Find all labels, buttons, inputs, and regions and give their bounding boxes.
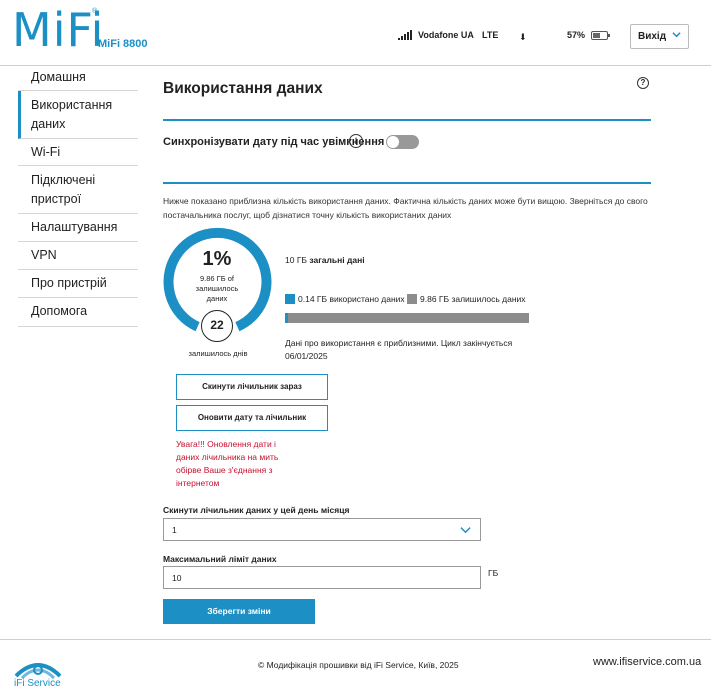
total-data-value: 10 ГБ xyxy=(285,255,307,265)
sidebar-item-label: Про пристрій xyxy=(31,276,107,290)
sidebar: Домашня Використання даних Wi-Fi Підключ… xyxy=(18,66,138,327)
sidebar-item-wifi[interactable]: Wi-Fi xyxy=(18,139,138,166)
cycle-note: Дані про використання є приблизними. Цик… xyxy=(285,338,513,361)
logo-trademark: ® xyxy=(92,8,98,15)
sidebar-item-home[interactable]: Домашня xyxy=(18,66,138,91)
remaining-swatch xyxy=(407,294,417,304)
device-model: MiFi 8800 xyxy=(98,38,148,50)
sidebar-item-label: Використання даних xyxy=(31,98,113,131)
reset-day-label: Скинути лічильник даних у цей день місяц… xyxy=(163,505,350,515)
sidebar-item-connected-devices[interactable]: Підключені пристрої xyxy=(18,166,138,214)
used-swatch xyxy=(285,294,295,304)
data-limit-input[interactable] xyxy=(163,566,481,589)
reset-day-select[interactable]: 1 xyxy=(163,518,481,541)
sidebar-item-about[interactable]: Про пристрій xyxy=(18,270,138,298)
remaining-legend-text: 9.86 ГБ залишилось даних xyxy=(420,294,526,304)
usage-percent: 1% xyxy=(202,248,232,270)
used-legend-text: 0.14 ГБ використано даних xyxy=(298,294,405,304)
site-link[interactable]: www.ifiservice.com.ua xyxy=(593,656,701,668)
download-arrow-icon: ⬇ xyxy=(519,32,527,42)
save-changes-button[interactable]: Зберегти зміни xyxy=(163,599,315,624)
reset-counter-button[interactable]: Скинути лічильник зараз xyxy=(176,374,328,400)
ifi-service-logo-icon xyxy=(14,663,62,680)
sidebar-item-label: Домашня xyxy=(31,70,86,84)
logout-dropdown[interactable]: Вихід xyxy=(630,24,689,49)
sidebar-item-data-usage[interactable]: Використання даних xyxy=(18,91,138,139)
total-data: 10 ГБ загальні дані xyxy=(285,255,365,265)
battery-level xyxy=(593,33,600,38)
info-icon[interactable]: i xyxy=(349,134,363,148)
usage-ring: 1% 9.86 ГБ of залишилось даних 22 залиши… xyxy=(163,226,273,361)
operator-name: Vodafone UA xyxy=(418,30,474,40)
sync-date-toggle[interactable] xyxy=(386,135,419,149)
legend-used: 0.14 ГБ використано даних xyxy=(285,294,405,304)
data-limit-unit: ГБ xyxy=(488,568,499,578)
mifi-logo: MiFi ® MiFi 8800 xyxy=(12,3,148,57)
sidebar-item-label: VPN xyxy=(31,248,57,262)
usage-notice: Нижче показано приблизна кількість викор… xyxy=(163,196,648,220)
divider xyxy=(163,119,651,121)
total-data-label: загальні дані xyxy=(309,255,365,265)
page-title: Використання даних xyxy=(163,80,323,97)
footer-logo-text: iFi Service xyxy=(14,678,61,689)
warning-text: Увага!!! Оновлення дати і даних лічильни… xyxy=(176,439,279,488)
update-date-counter-button[interactable]: Оновити дату та лічильник xyxy=(176,405,328,431)
legend-remaining: 9.86 ГБ залишилось даних xyxy=(407,294,526,304)
sidebar-item-settings[interactable]: Налаштування xyxy=(18,214,138,242)
footer: iFi Service © Модифікація прошивки від i… xyxy=(0,639,711,699)
logo-text: MiFi xyxy=(12,3,105,57)
usage-bar-fill xyxy=(285,313,289,323)
battery-percent: 57% xyxy=(567,30,586,40)
logout-label: Вихід xyxy=(638,31,667,42)
days-remaining: 22 xyxy=(201,310,233,342)
remaining-data-text: 9.86 ГБ of залишилось даних xyxy=(195,274,239,303)
battery-icon xyxy=(591,31,610,40)
sidebar-item-vpn[interactable]: VPN xyxy=(18,242,138,270)
days-remaining-label: залишилось днів xyxy=(188,349,248,358)
chevron-down-icon xyxy=(672,32,681,38)
network-type: LTE xyxy=(482,30,499,40)
sidebar-item-label: Допомога xyxy=(31,304,88,318)
toggle-knob xyxy=(387,136,399,148)
sidebar-item-help[interactable]: Допомога xyxy=(18,298,138,327)
help-icon[interactable]: ? xyxy=(637,77,649,89)
sidebar-item-label: Налаштування xyxy=(31,220,118,234)
copyright-text: © Модифікація прошивки від iFi Service, … xyxy=(258,660,459,670)
signal-icon xyxy=(398,30,412,40)
chevron-down-icon xyxy=(460,527,471,534)
divider xyxy=(163,182,651,184)
sidebar-item-label: Підключені пристрої xyxy=(31,173,96,206)
sidebar-item-label: Wi-Fi xyxy=(31,145,61,159)
data-limit-label: Максимальний ліміт даних xyxy=(163,554,277,564)
header: MiFi ® MiFi 8800 Vodafone UA LTE ⬇ 57% В… xyxy=(0,0,711,66)
usage-bar xyxy=(285,313,529,323)
reset-day-value: 1 xyxy=(172,525,177,535)
